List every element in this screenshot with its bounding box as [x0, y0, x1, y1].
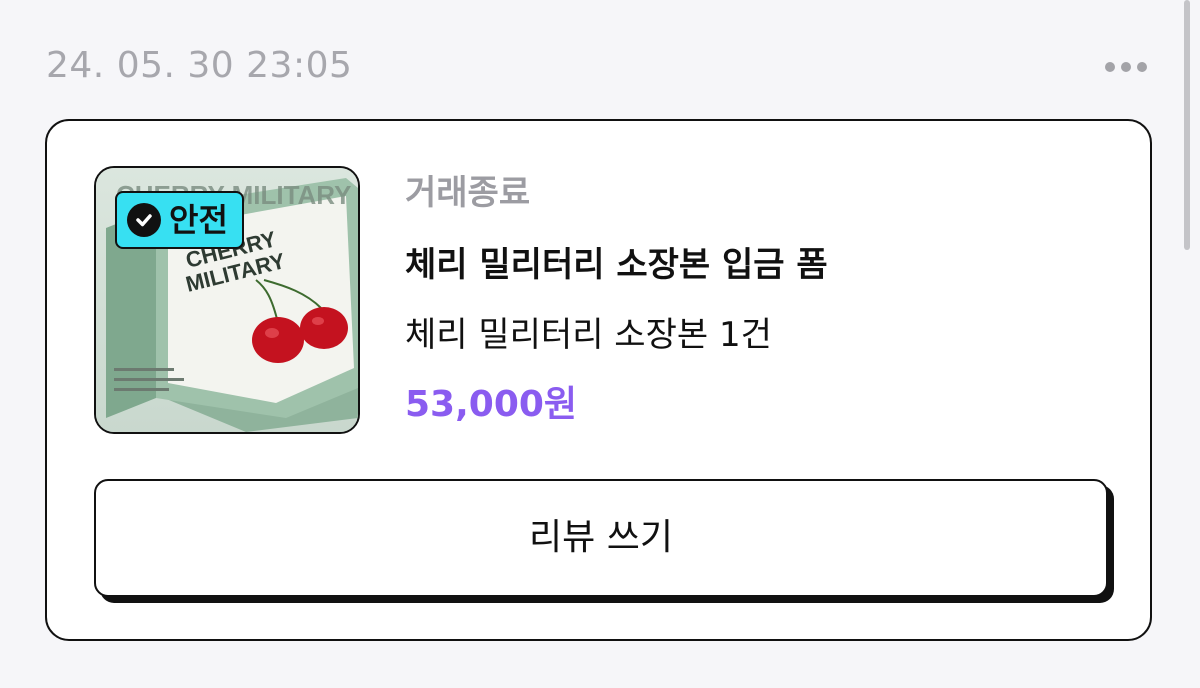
check-circle-icon	[127, 203, 161, 237]
more-horizontal-icon-dot	[1121, 62, 1131, 72]
more-options-button[interactable]	[1098, 50, 1154, 84]
safe-badge-label: 안전	[169, 201, 228, 239]
write-review-button[interactable]: 리뷰 쓰기	[94, 479, 1108, 597]
order-history-screen: 24. 05. 30 23:05 CHERRY MILITARY MILITAR…	[0, 0, 1200, 688]
order-status: 거래종료	[405, 173, 531, 213]
product-price: 53,000원	[405, 384, 578, 425]
write-review-label: 리뷰 쓰기	[529, 517, 673, 558]
order-timestamp: 24. 05. 30 23:05	[46, 45, 353, 86]
more-horizontal-icon-dot	[1137, 62, 1147, 72]
more-horizontal-icon	[1105, 62, 1115, 72]
scrollbar[interactable]	[1184, 0, 1190, 250]
order-card[interactable]: CHERRY MILITARY CHERRY MILITARY	[45, 119, 1152, 641]
safe-payment-badge: 안전	[115, 191, 244, 249]
product-option: 체리 밀리터리 소장본 1건	[405, 315, 772, 355]
product-title[interactable]: 체리 밀리터리 소장본 입금 폼	[405, 243, 828, 287]
